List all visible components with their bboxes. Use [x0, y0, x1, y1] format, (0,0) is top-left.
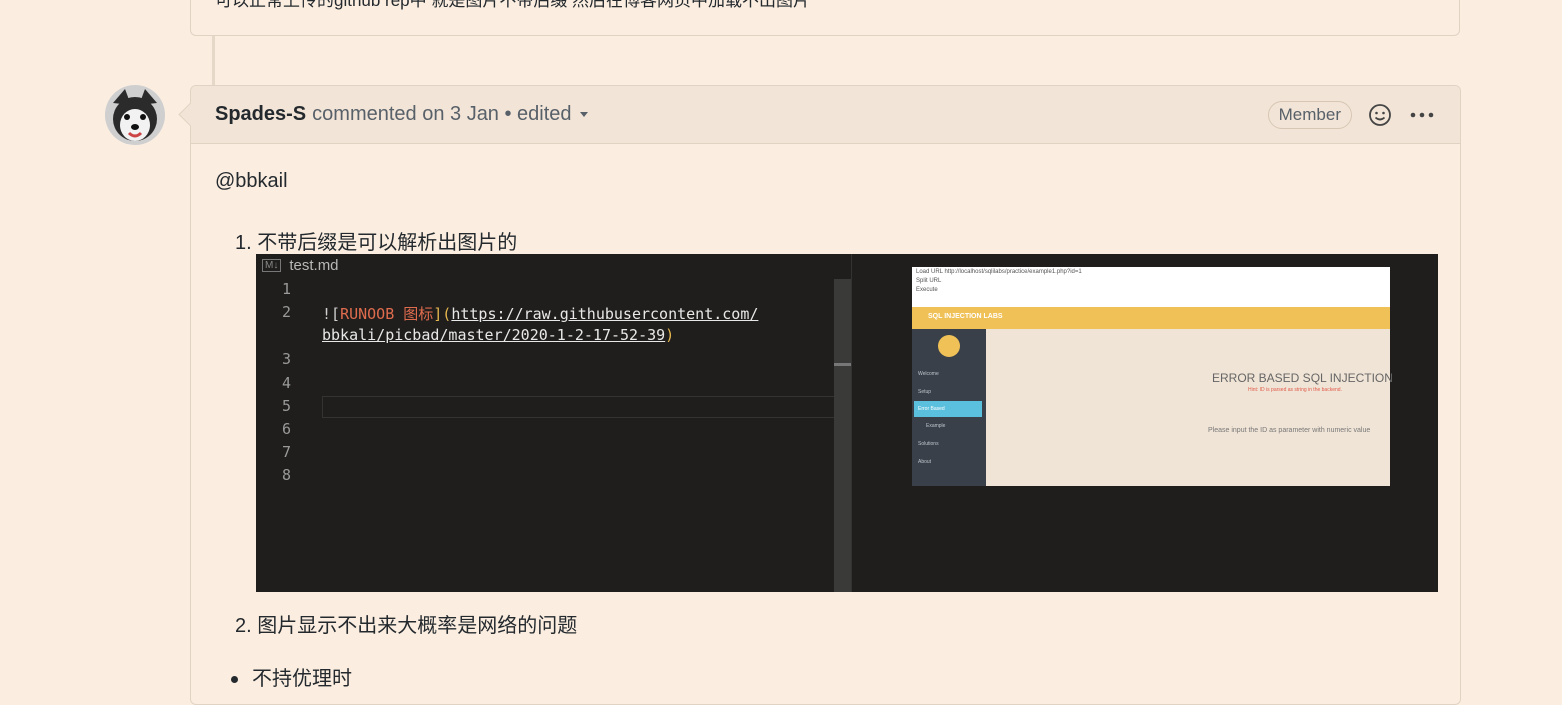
smiley-icon[interactable]: [1366, 101, 1394, 129]
preview-nav-item: About: [918, 459, 932, 465]
editor-pane: M↓ test.md 1 2 3 4 5 6 7 8 ![RUNOOB 图标](…: [256, 254, 851, 592]
code-url-part-1: https://raw.githubusercontent.com/: [451, 305, 759, 323]
preview-nav-item: Solutions: [918, 441, 939, 447]
preview-nav-item: Error Based: [918, 406, 945, 412]
preview-header-bar: SQL INJECTION LABS: [912, 307, 1390, 329]
comment-card: Spades-S commented on 3 Jan • edited Mem…: [190, 85, 1461, 705]
pane-divider: [851, 254, 852, 592]
preview-nav-item: Example: [926, 423, 946, 429]
caret-down-icon[interactable]: [579, 112, 588, 117]
line-number: 3: [282, 350, 292, 368]
markdown-icon: M↓: [262, 259, 282, 272]
code-line: bbkali/picbad/master/2020-1-2-17-52-39): [322, 326, 674, 344]
previous-comment-card: 可以正常上传的github rep中 就是图片不带后缀 然后在博客网页中加载不出…: [190, 0, 1460, 36]
line-number: 2: [282, 303, 292, 321]
preview-toolbar-row: Split URL: [916, 278, 942, 284]
preview-pane: Load URL http://localhost/sqlilabs/pract…: [912, 267, 1393, 486]
preview-subtitle: Hint: ID is parsed as string in the back…: [1248, 387, 1342, 393]
comment-author[interactable]: Spades-S: [215, 103, 306, 126]
editor-tab-label: test.md: [289, 257, 339, 274]
editor-scrollbar: [834, 279, 851, 592]
mention-link[interactable]: @bbkail: [215, 170, 288, 193]
line-number: 4: [282, 374, 292, 392]
comment-header: Spades-S commented on 3 Jan • edited Mem…: [191, 86, 1460, 144]
preview-nav-item: Setup: [918, 389, 932, 395]
comment-meta: commented on 3 Jan • edited: [312, 103, 572, 125]
preview-note: Please input the ID as parameter with nu…: [1208, 427, 1371, 434]
code-url-part-2: bbkali/picbad/master/2020-1-2-17-52-39: [322, 326, 666, 344]
member-badge: Member: [1267, 100, 1352, 129]
bullet-dot: [231, 676, 238, 684]
preview-nav-item: Welcome: [918, 371, 939, 377]
preview-toolbar-row: Load URL http://localhost/sqlilabs/pract…: [916, 269, 1082, 275]
preview-toolbar: Load URL http://localhost/sqlilabs/pract…: [912, 267, 1390, 307]
line-number: 1: [282, 280, 292, 298]
bullet-item: 不持优理时: [231, 662, 352, 691]
list-item: 1. 不带后缀是可以解析出图片的: [235, 232, 518, 254]
preview-title: ERROR BASED SQL INJECTION: [1212, 371, 1393, 385]
code-alt-text: RUNOOB 图标: [340, 305, 434, 323]
code-line: ![RUNOOB 图标](https://raw.githubuserconte…: [322, 303, 758, 324]
previous-comment-text: 可以正常上传的github rep中 就是图片不带后缀 然后在博客网页中加载不出…: [215, 0, 811, 10]
user-icon: [938, 335, 960, 357]
kebab-menu-icon[interactable]: [1408, 101, 1436, 129]
header-actions: Member: [1267, 100, 1436, 129]
code-mid: ](: [433, 305, 452, 323]
husky-avatar-image: [105, 85, 165, 145]
code-suffix: ): [665, 326, 675, 344]
timeline-line: [212, 36, 215, 86]
active-line-highlight: [322, 396, 850, 418]
line-number: 6: [282, 420, 292, 438]
embedded-screenshot: M↓ test.md 1 2 3 4 5 6 7 8 ![RUNOOB 图标](…: [256, 254, 1438, 592]
code-prefix: ![: [322, 305, 341, 323]
list-item: 2. 图片显示不出来大概率是网络的问题: [235, 615, 578, 637]
bullet-text: 不持优理时: [252, 668, 352, 690]
preview-toolbar-row: Execute: [916, 287, 938, 293]
preview-sidebar: Welcome Setup Error Based Example Soluti…: [912, 329, 986, 486]
preview-header-title: SQL INJECTION LABS: [928, 313, 1003, 320]
line-number: 7: [282, 443, 292, 461]
scrollbar-marker: [834, 363, 851, 366]
line-number: 8: [282, 466, 292, 484]
line-number: 5: [282, 397, 292, 415]
editor-tab: M↓ test.md: [262, 257, 339, 274]
avatar[interactable]: [105, 85, 165, 145]
